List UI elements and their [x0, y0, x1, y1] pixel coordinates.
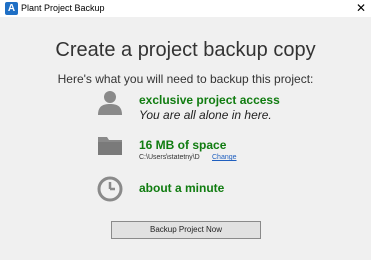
- backup-project-button[interactable]: Backup Project Now: [111, 221, 261, 239]
- time-requirement-title: about a minute: [139, 181, 225, 195]
- folder-icon: [98, 137, 122, 155]
- access-requirement-detail: You are all alone in here.: [139, 108, 272, 122]
- page-title: Create a project backup copy: [55, 39, 316, 61]
- access-requirement-title: exclusive project access: [139, 93, 280, 107]
- clock-icon: [97, 176, 123, 202]
- close-icon: ✕: [355, 1, 367, 15]
- page-subtitle: Here's what you will need to backup this…: [57, 72, 314, 86]
- backup-path: C:\Users\statetny\D: [139, 154, 200, 161]
- space-requirement-title: 16 MB of space: [139, 138, 227, 152]
- window-title: Plant Project Backup: [21, 3, 105, 13]
- change-location-link[interactable]: Change: [212, 153, 237, 162]
- autodesk-a-icon: A: [5, 2, 18, 15]
- close-button[interactable]: ✕: [351, 0, 371, 17]
- title-bar: A Plant Project Backup ✕: [0, 0, 371, 17]
- person-icon: [98, 91, 122, 115]
